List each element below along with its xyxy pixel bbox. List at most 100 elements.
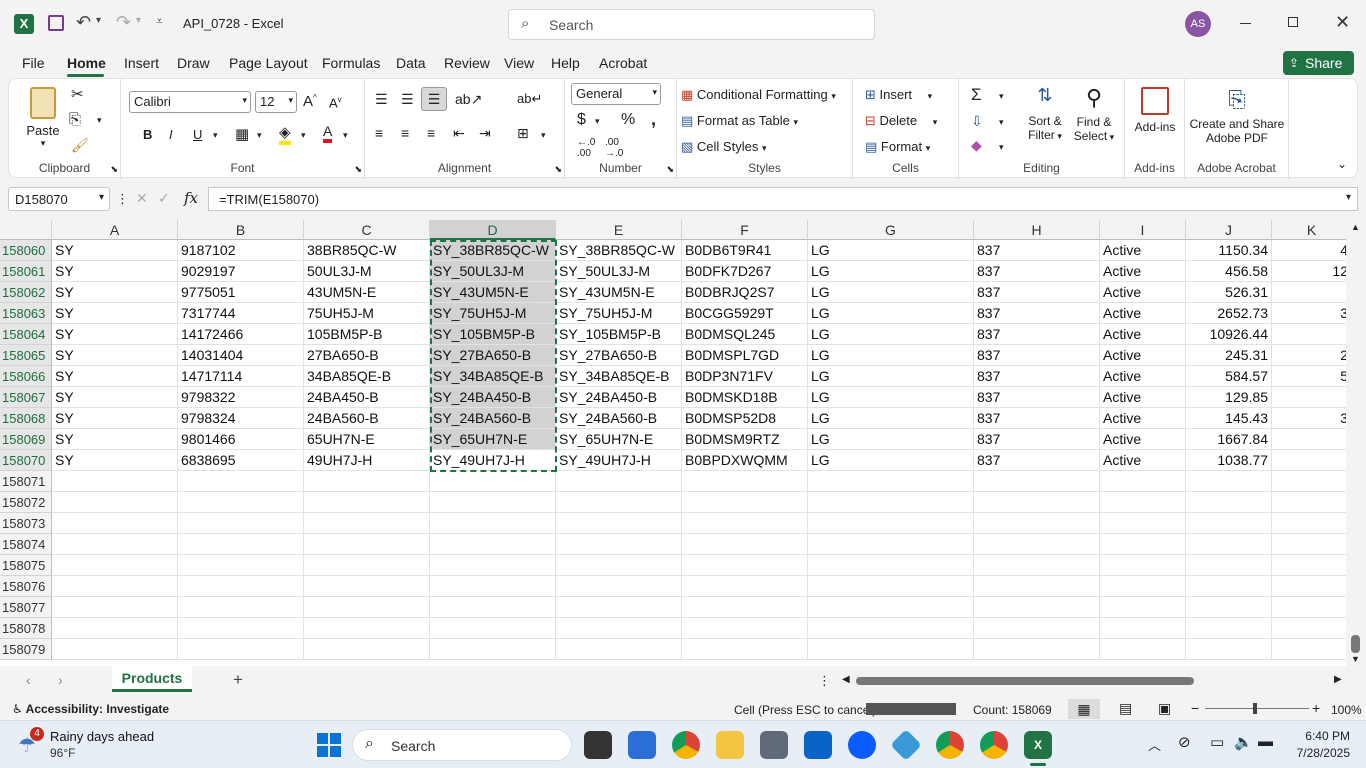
cell-k[interactable] [1272,387,1346,408]
name-box[interactable]: D158070 ▾ [8,187,110,211]
more-options-icon[interactable]: ⋮ [116,191,129,207]
cell-f[interactable]: B0DMSQL245 [682,324,808,345]
align-top-icon[interactable]: ☰ [375,91,388,108]
restore-icon[interactable] [1288,17,1298,27]
cell-d[interactable]: SY_105BM5P-B [430,324,556,345]
sort-filter-button[interactable]: ⇅ Sort & Filter ▾ [1023,85,1067,142]
column-header-h[interactable]: H [974,220,1100,240]
battery-icon[interactable]: ▬ [1258,733,1273,750]
cell-k[interactable] [1272,450,1346,471]
cell-g[interactable]: LG [808,324,974,345]
weather-widget[interactable]: ☂ 4 Rainy days ahead 96°F [14,727,174,763]
empty-cell[interactable] [1272,492,1346,513]
column-header-f[interactable]: F [682,220,808,240]
insert-cells-button[interactable]: ⊞ Insert ▾ [865,87,932,103]
cell-g[interactable]: LG [808,366,974,387]
cell-j[interactable]: 10926.44 [1186,324,1272,345]
empty-cell[interactable] [682,534,808,555]
row-header[interactable]: 158064 [0,324,52,345]
align-middle-icon[interactable]: ☰ [401,91,414,108]
cell-h[interactable]: 837 [974,345,1100,366]
font-color-dropdown-icon[interactable]: ▾ [343,130,348,141]
cell-c[interactable]: 105BM5P-B [304,324,430,345]
cell-a[interactable]: SY [52,240,178,261]
number-launcher-icon[interactable]: ⬊ [666,164,674,175]
menu-formulas[interactable]: Formulas [322,55,380,71]
find-select-button[interactable]: ⚲ Find & Select ▾ [1071,85,1117,143]
empty-cell[interactable] [430,492,556,513]
cell-k[interactable]: 3 [1272,408,1346,429]
cell-f[interactable]: B0DMSP52D8 [682,408,808,429]
empty-cell[interactable] [178,618,304,639]
select-all-corner[interactable] [0,220,52,240]
cell-h[interactable]: 837 [974,282,1100,303]
empty-cell[interactable] [430,555,556,576]
underline-icon[interactable]: U [193,127,202,142]
empty-cell[interactable] [974,534,1100,555]
align-center-icon[interactable]: ≡ [401,125,409,141]
empty-cell[interactable] [178,492,304,513]
empty-cell[interactable] [430,513,556,534]
copy-dropdown-icon[interactable]: ▾ [97,115,102,126]
merge-center-icon[interactable]: ⊞ [517,125,529,142]
column-header-c[interactable]: C [304,220,430,240]
paste-button[interactable]: Paste ▾ [23,85,63,155]
cell-d[interactable]: SY_50UL3J-M [430,261,556,282]
cell-c[interactable]: 24BA450-B [304,387,430,408]
normal-view-icon[interactable]: ▦ [1068,699,1100,719]
currency-dropdown-icon[interactable]: ▾ [595,116,600,127]
clear-icon[interactable]: ◆ [971,137,982,154]
chrome-icon[interactable] [672,731,700,759]
cell-a[interactable]: SY [52,387,178,408]
increase-font-icon[interactable]: A^ [303,93,317,110]
add-sheet-icon[interactable]: + [233,670,243,690]
cell-j[interactable]: 584.57 [1186,366,1272,387]
cell-h[interactable]: 837 [974,429,1100,450]
cell-b[interactable]: 9801466 [178,429,304,450]
cell-i[interactable]: Active [1100,429,1186,450]
row-header[interactable]: 158078 [0,618,52,639]
cell-b[interactable]: 9187102 [178,240,304,261]
cell-a[interactable]: SY [52,429,178,450]
row-header[interactable]: 158074 [0,534,52,555]
copy-icon[interactable]: ⎘ [69,111,81,128]
row-header[interactable]: 158073 [0,513,52,534]
cell-b[interactable]: 9798324 [178,408,304,429]
horizontal-scrollbar[interactable]: ◀ ▶ [838,674,1346,688]
column-header-g[interactable]: G [808,220,974,240]
row-header[interactable]: 158079 [0,639,52,660]
empty-cell[interactable] [52,534,178,555]
empty-cell[interactable] [556,618,682,639]
empty-cell[interactable] [1100,555,1186,576]
horizontal-scroll-thumb[interactable] [856,677,1194,685]
cell-c[interactable]: 38BR85QC-W [304,240,430,261]
cell-i[interactable]: Active [1100,450,1186,471]
empty-cell[interactable] [556,597,682,618]
increase-indent-icon[interactable]: ⇥ [479,125,491,142]
empty-cell[interactable] [1186,471,1272,492]
cell-f[interactable]: B0DMSPL7GD [682,345,808,366]
empty-cell[interactable] [1100,576,1186,597]
cell-d[interactable]: SY_24BA450-B [430,387,556,408]
empty-cell[interactable] [808,513,974,534]
empty-cell[interactable] [178,555,304,576]
row-header[interactable]: 158067 [0,387,52,408]
empty-cell[interactable] [52,597,178,618]
currency-icon[interactable]: $ [577,111,586,129]
empty-cell[interactable] [178,576,304,597]
calculator-icon[interactable] [760,731,788,759]
redo-dropdown-icon[interactable]: ▾ [136,15,141,26]
zoom-level[interactable]: 100% [1331,703,1362,717]
clipboard-launcher-icon[interactable]: ⬊ [110,164,118,175]
cell-a[interactable]: SY [52,366,178,387]
expand-formula-icon[interactable]: ▾ [1346,192,1351,203]
empty-cell[interactable] [556,555,682,576]
cell-c[interactable]: 75UH5J-M [304,303,430,324]
cell-j[interactable]: 245.31 [1186,345,1272,366]
empty-cell[interactable] [304,513,430,534]
comma-style-icon[interactable]: , [651,109,656,130]
column-header-j[interactable]: J [1186,220,1272,240]
cell-i[interactable]: Active [1100,366,1186,387]
cell-g[interactable]: LG [808,345,974,366]
empty-cell[interactable] [682,639,808,660]
